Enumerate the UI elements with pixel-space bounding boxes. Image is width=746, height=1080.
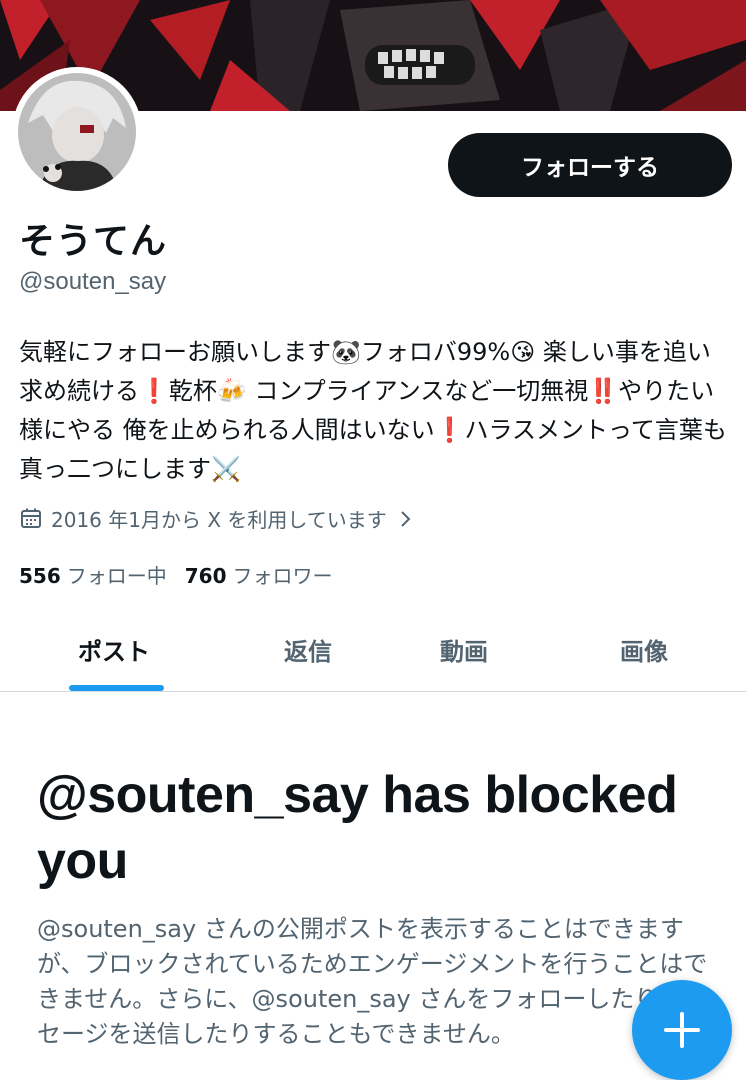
follow-button[interactable]: フォローする <box>448 133 732 197</box>
follow-stats: 556 フォロー中 760 フォロワー <box>19 560 333 589</box>
followers-count: 760 <box>184 564 227 588</box>
profile-tabs: ポスト 返信 動画 画像 <box>0 614 746 692</box>
tab-videos[interactable]: 動画 <box>440 632 488 667</box>
joined-date-text: 2016 年1月から X を利用しています <box>51 507 387 532</box>
compose-button[interactable] <box>632 980 732 1080</box>
user-handle: @souten_say <box>19 268 167 295</box>
calendar-icon <box>19 506 43 530</box>
following-label: フォロー中 <box>66 564 167 588</box>
followers-link[interactable]: 760 フォロワー <box>185 560 333 589</box>
avatar-image <box>18 73 136 191</box>
blocked-description: @souten_say さんの公開ポストを表示することはできますが、ブロックされ… <box>37 915 708 1048</box>
joined-date-row[interactable]: 2016 年1月から X を利用しています <box>19 504 413 532</box>
active-tab-indicator <box>69 685 164 691</box>
tab-replies[interactable]: 返信 <box>284 632 332 667</box>
following-count: 556 <box>19 564 61 588</box>
tab-posts[interactable]: ポスト <box>78 632 150 667</box>
blocked-title: @souten_say has blocked you <box>37 766 678 890</box>
chevron-right-icon <box>397 509 413 527</box>
following-link[interactable]: 556 フォロー中 <box>19 560 167 589</box>
plus-icon <box>664 1012 700 1048</box>
profile-bio: 気軽にフォローお願いします🐼フォロバ99%😘 楽しい事を追い求め続ける❗️乾杯🍻… <box>19 338 727 483</box>
tab-images[interactable]: 画像 <box>620 632 668 667</box>
followers-label: フォロワー <box>232 564 333 588</box>
display-name: そうてん <box>19 221 168 262</box>
profile-avatar[interactable] <box>12 67 142 197</box>
